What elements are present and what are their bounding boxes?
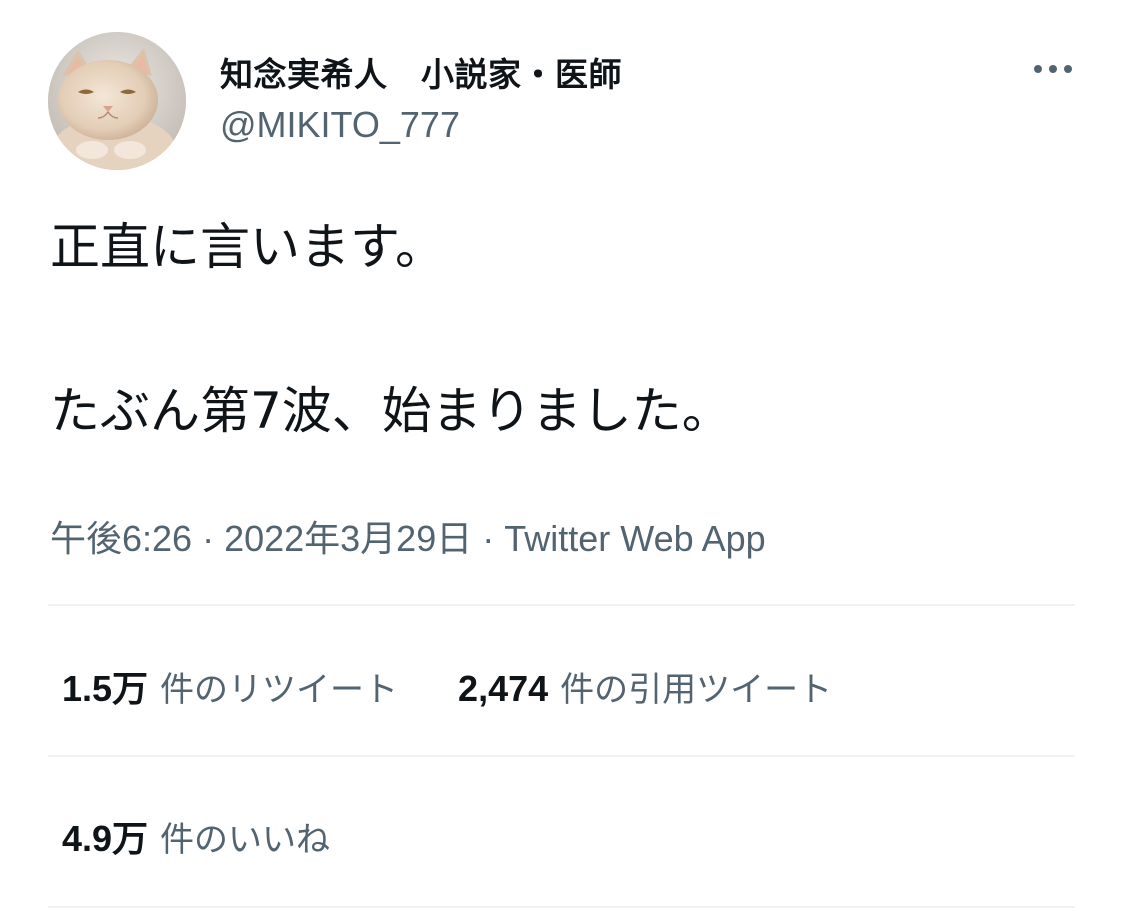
cat-avatar-icon — [48, 32, 186, 170]
like-count-link[interactable]: 4.9万 件のいいね — [62, 810, 330, 862]
retweet-count: 1.5万 — [62, 668, 149, 709]
divider — [48, 755, 1075, 757]
tweet-date[interactable]: 2022年3月29日 — [224, 518, 472, 559]
tweet-detail: 知念実希人 小説家・医師 @MIKITO_777 正直に言います。 たぶん第7波… — [0, 0, 1125, 911]
user-handle[interactable]: @MIKITO_777 — [220, 104, 460, 146]
divider — [48, 604, 1075, 606]
tweet-text-line: 正直に言います。 — [50, 218, 445, 276]
tweet-metadata: 午後6:26 · 2022年3月29日 · Twitter Web App — [50, 510, 766, 562]
quote-label: 件の引用ツイート — [560, 670, 833, 710]
likes-stats-row: 4.9万 件のいいね — [62, 810, 330, 862]
quote-count-link[interactable]: 2,474 件の引用ツイート — [458, 662, 832, 711]
tweet-time[interactable]: 午後6:26 — [50, 518, 192, 559]
tweet-text-line: たぶん第7波、始まりました。 — [50, 382, 732, 440]
more-button[interactable] — [1026, 52, 1080, 86]
display-name[interactable]: 知念実希人 小説家・医師 — [220, 48, 622, 96]
tweet-source[interactable]: Twitter Web App — [504, 518, 765, 559]
engagement-stats-row: 1.5万 件のリツイート 2,474 件の引用ツイート — [62, 660, 832, 712]
like-count: 4.9万 — [62, 818, 149, 859]
divider — [48, 906, 1075, 908]
like-label: 件のいいね — [160, 820, 331, 860]
avatar[interactable] — [48, 32, 186, 170]
retweet-label: 件のリツイート — [160, 670, 399, 710]
meta-separator: · — [202, 518, 215, 559]
meta-separator: · — [482, 518, 495, 559]
quote-count: 2,474 — [458, 668, 549, 709]
more-horizontal-icon — [1031, 65, 1076, 73]
retweet-count-link[interactable]: 1.5万 件のリツイート — [62, 660, 398, 712]
